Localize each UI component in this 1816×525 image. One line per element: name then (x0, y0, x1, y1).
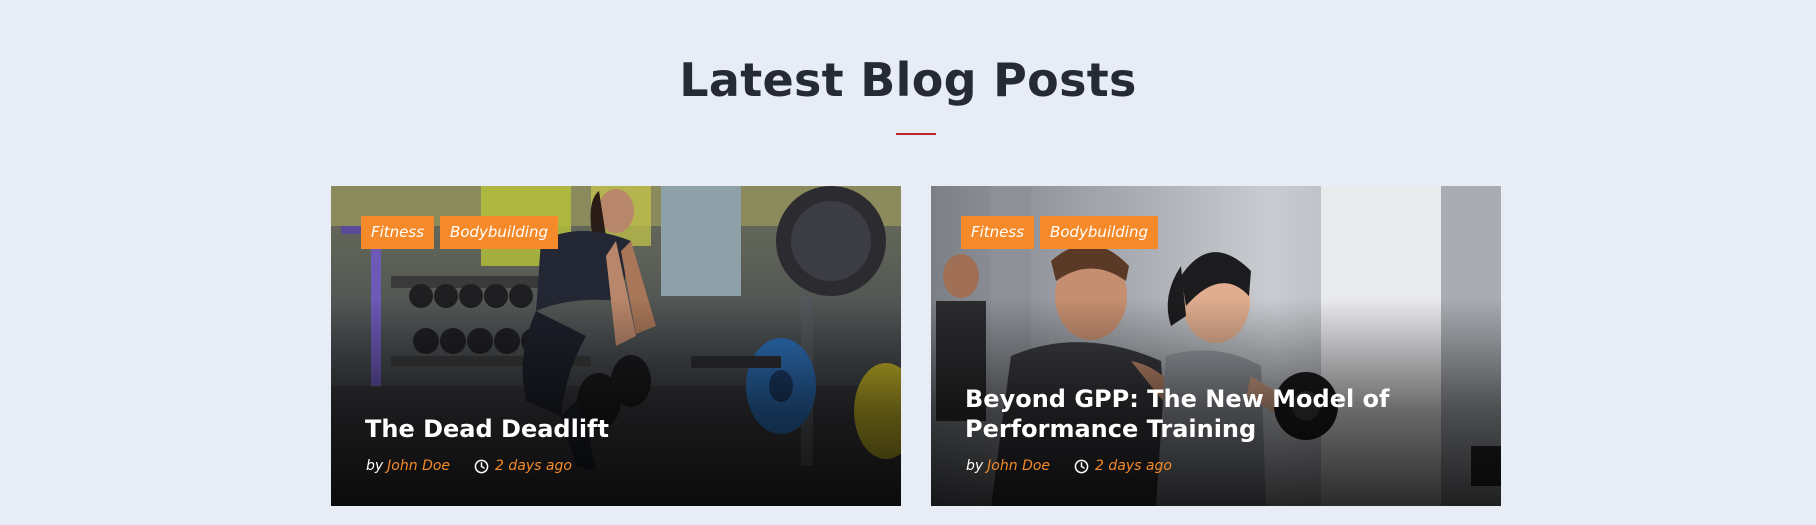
author-link[interactable]: John Doe (987, 458, 1050, 474)
clock-icon (474, 459, 489, 473)
clock-icon (1074, 459, 1089, 473)
tag-fitness[interactable]: Fitness (961, 216, 1035, 249)
post-meta: by John Doe 2 days ago (366, 458, 572, 474)
tag-fitness[interactable]: Fitness (361, 216, 435, 249)
blog-post-card[interactable]: Fitness Bodybuilding Beyond GPP: The New… (931, 186, 1501, 506)
tag-bodybuilding[interactable]: Bodybuilding (440, 216, 558, 249)
by-label: by (366, 458, 384, 474)
title-underline (896, 133, 936, 135)
blog-post-card[interactable]: Fitness Bodybuilding The Dead Deadlift b… (331, 186, 901, 506)
tag-bodybuilding[interactable]: Bodybuilding (1040, 216, 1158, 249)
post-tags: Fitness Bodybuilding (961, 216, 1158, 249)
section-title: Latest Blog Posts (679, 53, 1137, 107)
post-date[interactable]: 2 days ago (495, 458, 572, 474)
post-date[interactable]: 2 days ago (1095, 458, 1172, 474)
author-link[interactable]: John Doe (387, 458, 450, 474)
post-meta: by John Doe 2 days ago (966, 458, 1172, 474)
post-title[interactable]: Beyond GPP: The New Model of Performance… (965, 384, 1395, 444)
post-title[interactable]: The Dead Deadlift (365, 414, 795, 444)
by-label: by (966, 458, 984, 474)
post-tags: Fitness Bodybuilding (361, 216, 558, 249)
